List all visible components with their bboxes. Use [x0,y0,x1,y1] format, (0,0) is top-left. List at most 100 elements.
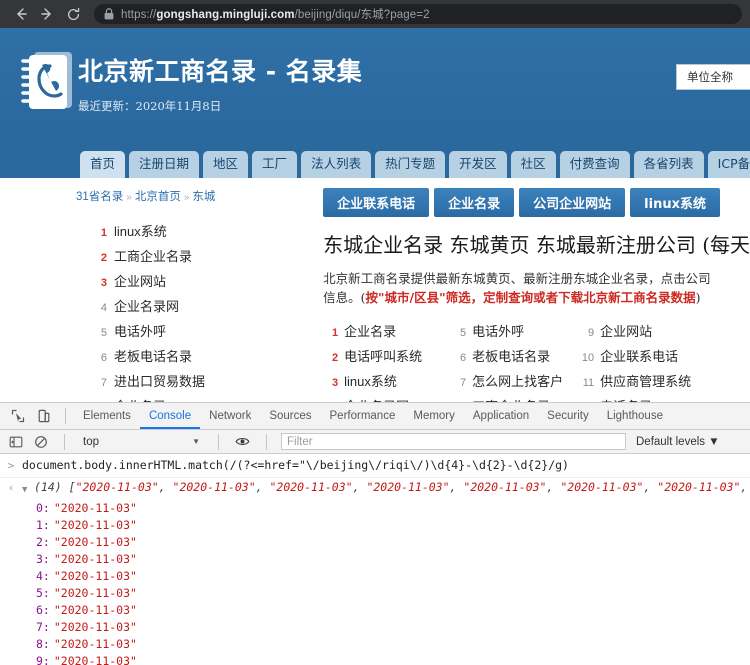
related-link-item[interactable]: 1 企业名录 [323,318,451,343]
array-index: 3: [36,552,50,566]
address-bar[interactable]: https://gongshang.mingluji.com/beijing/d… [94,4,742,24]
list-item[interactable]: 4 企业名录网 [92,293,234,318]
related-link-item[interactable]: 5 电话外呼 [451,318,579,343]
devtools-tab-network[interactable]: Network [200,403,260,429]
toolbar-divider-3 [218,433,219,450]
breadcrumb-item-2[interactable]: 东城 [192,191,215,203]
list-item-number: 1 [100,227,107,239]
nav-tab-8[interactable]: 付费查询 [559,150,630,178]
related-link-item[interactable]: 6 老板电话名录 [451,343,579,368]
expand-toggle-icon[interactable]: ▼ [22,479,34,499]
forward-icon[interactable] [34,1,60,27]
related-link-label: 企业网站 [600,323,653,339]
nav-tab-10[interactable]: ICP备案企业 [707,150,750,178]
console-command-row: > document.body.innerHTML.match(/(?<=hre… [0,456,750,478]
list-item[interactable]: 7 进出口贸易数据 [92,368,234,393]
execution-context-select[interactable]: top ▼ [79,436,204,448]
array-index: 5: [36,586,50,600]
list-item-label: 电话外呼 [114,324,167,339]
nav-tab-1[interactable]: 注册日期 [129,150,200,178]
filter-placeholder: Filter [287,436,313,448]
related-link-item[interactable]: 10 企业联系电话 [579,343,707,368]
related-link-item[interactable]: 3 linux系统 [323,368,451,393]
search-input[interactable]: 单位全称 [676,64,750,90]
logo-container[interactable] [0,44,78,112]
devtools-tab-sources[interactable]: Sources [260,403,320,429]
nav-tab-7[interactable]: 社区 [510,150,556,178]
list-item[interactable]: 6 老板电话名录 [92,343,234,368]
clear-console-icon[interactable] [31,432,50,451]
description-accent-link[interactable]: 按"城市/区县"筛选，定制查询或者下载北京新工商名录数据 [366,290,696,305]
console-result-text: (14) ["2020-11-03", "2020-11-03", "2020-… [34,480,748,494]
category-pill-3[interactable]: linux系统 [630,188,720,217]
page-viewport: 北京新工商名录 - 名录集 最近更新：2020年11月8日 单位全称 首页 注册日… [0,28,750,402]
category-pill-1[interactable]: 企业名录 [434,188,515,217]
related-link-item[interactable]: 9 企业网站 [579,318,707,343]
device-toolbar-icon[interactable] [31,403,57,429]
console-filter-input[interactable]: Filter [281,433,626,450]
live-expression-icon[interactable] [233,432,252,451]
nav-tab-9[interactable]: 各省列表 [633,150,704,178]
toolbar-divider-4 [266,433,267,450]
list-item[interactable]: 8企业名录 [92,393,234,402]
main-heading: 东城企业名录 东城黄页 东城最新注册公司 (每天 [323,233,750,257]
array-index: 8: [36,637,50,651]
related-link-label: 电话呼叫系统 [344,348,423,364]
array-value: "2020-11-03" [53,552,137,566]
related-link-label: linux系统 [344,373,397,389]
site-title-block: 北京新工商名录 - 名录集 最近更新：2020年11月8日 [78,44,362,114]
description-line-1: 北京新工商名录提供最新东城黄页、最新注册东城企业名录，点击公司 [323,271,711,286]
array-value: "2020-11-03" [53,654,137,665]
related-link-item[interactable]: 2 电话呼叫系统 [323,343,451,368]
related-link-item[interactable]: 8工商企业名录 [451,393,579,402]
nav-tab-2[interactable]: 地区 [203,150,249,178]
console-sidebar-icon[interactable] [6,432,25,451]
list-item-number: 4 [100,302,107,314]
list-item-label: 老板电话名录 [114,349,193,364]
console-array-entry: 7: "2020-11-03" [0,619,750,636]
devtools-tab-elements[interactable]: Elements [74,403,140,429]
inspect-element-icon[interactable] [5,403,31,429]
category-pill-2[interactable]: 公司企业网站 [519,188,626,217]
prompt-icon: > [7,459,15,472]
devtools-tab-performance[interactable]: Performance [321,403,405,429]
console-result-row: ‹ ▼ (14) ["2020-11-03", "2020-11-03", "2… [0,478,750,500]
nav-tab-0[interactable]: 首页 [80,150,126,178]
breadcrumb-item-1[interactable]: 北京首页 [135,191,181,203]
list-item[interactable]: 5 电话外呼 [92,318,234,343]
category-pill-0[interactable]: 企业联系电话 [323,188,430,217]
description-line-2: 信息。(按"城市/区县"筛选，定制查询或者下载北京新工商名录数据) [323,288,750,307]
array-value: "2020-11-03" [53,501,137,515]
breadcrumb-item-0[interactable]: 31省名录 [76,191,123,203]
nav-tab-4[interactable]: 法人列表 [301,150,372,178]
related-link-item[interactable]: 12电话名录 [579,393,707,402]
devtools-tab-security[interactable]: Security [538,403,598,429]
nav-tab-6[interactable]: 开发区 [449,150,507,178]
devtools-tab-memory[interactable]: Memory [404,403,464,429]
log-levels-select[interactable]: Default levels ▼ [632,436,720,448]
back-icon[interactable] [8,1,34,27]
related-link-number: 3 [332,376,339,389]
devtools-tab-console[interactable]: Console [139,403,201,429]
related-link-item[interactable]: 7 怎么网上找客户 [451,368,579,393]
reload-icon[interactable] [60,1,86,27]
list-item[interactable]: 3 企业网站 [92,268,234,293]
nav-tab-3[interactable]: 工厂 [252,150,298,178]
list-item[interactable]: 1 linux系统 [92,218,234,243]
list-item-number: 6 [100,352,107,364]
devtools-tab-lighthouse[interactable]: Lighthouse [598,403,672,429]
related-link-item[interactable]: 11 供应商管理系统 [579,368,707,393]
related-link-item[interactable]: 4企业名录网 [323,393,451,402]
list-item-label: 进出口贸易数据 [114,374,206,389]
console-output[interactable]: > document.body.innerHTML.match(/(?<=hre… [0,454,750,665]
nav-tab-5[interactable]: 热门专题 [375,150,446,178]
list-item[interactable]: 2 工商企业名录 [92,243,234,268]
array-index: 4: [36,569,50,583]
site-header: 北京新工商名录 - 名录集 最近更新：2020年11月8日 单位全称 [0,28,750,138]
devtools-tab-application[interactable]: Application [464,403,538,429]
array-index: 6: [36,603,50,617]
array-value: "2020-11-03" [53,603,137,617]
related-links-column-2: 9 企业网站 10 企业联系电话 11 供应商管理系统 12电话名录 [579,318,707,402]
console-array-entry: 8: "2020-11-03" [0,636,750,653]
toolbar-divider [65,408,66,424]
